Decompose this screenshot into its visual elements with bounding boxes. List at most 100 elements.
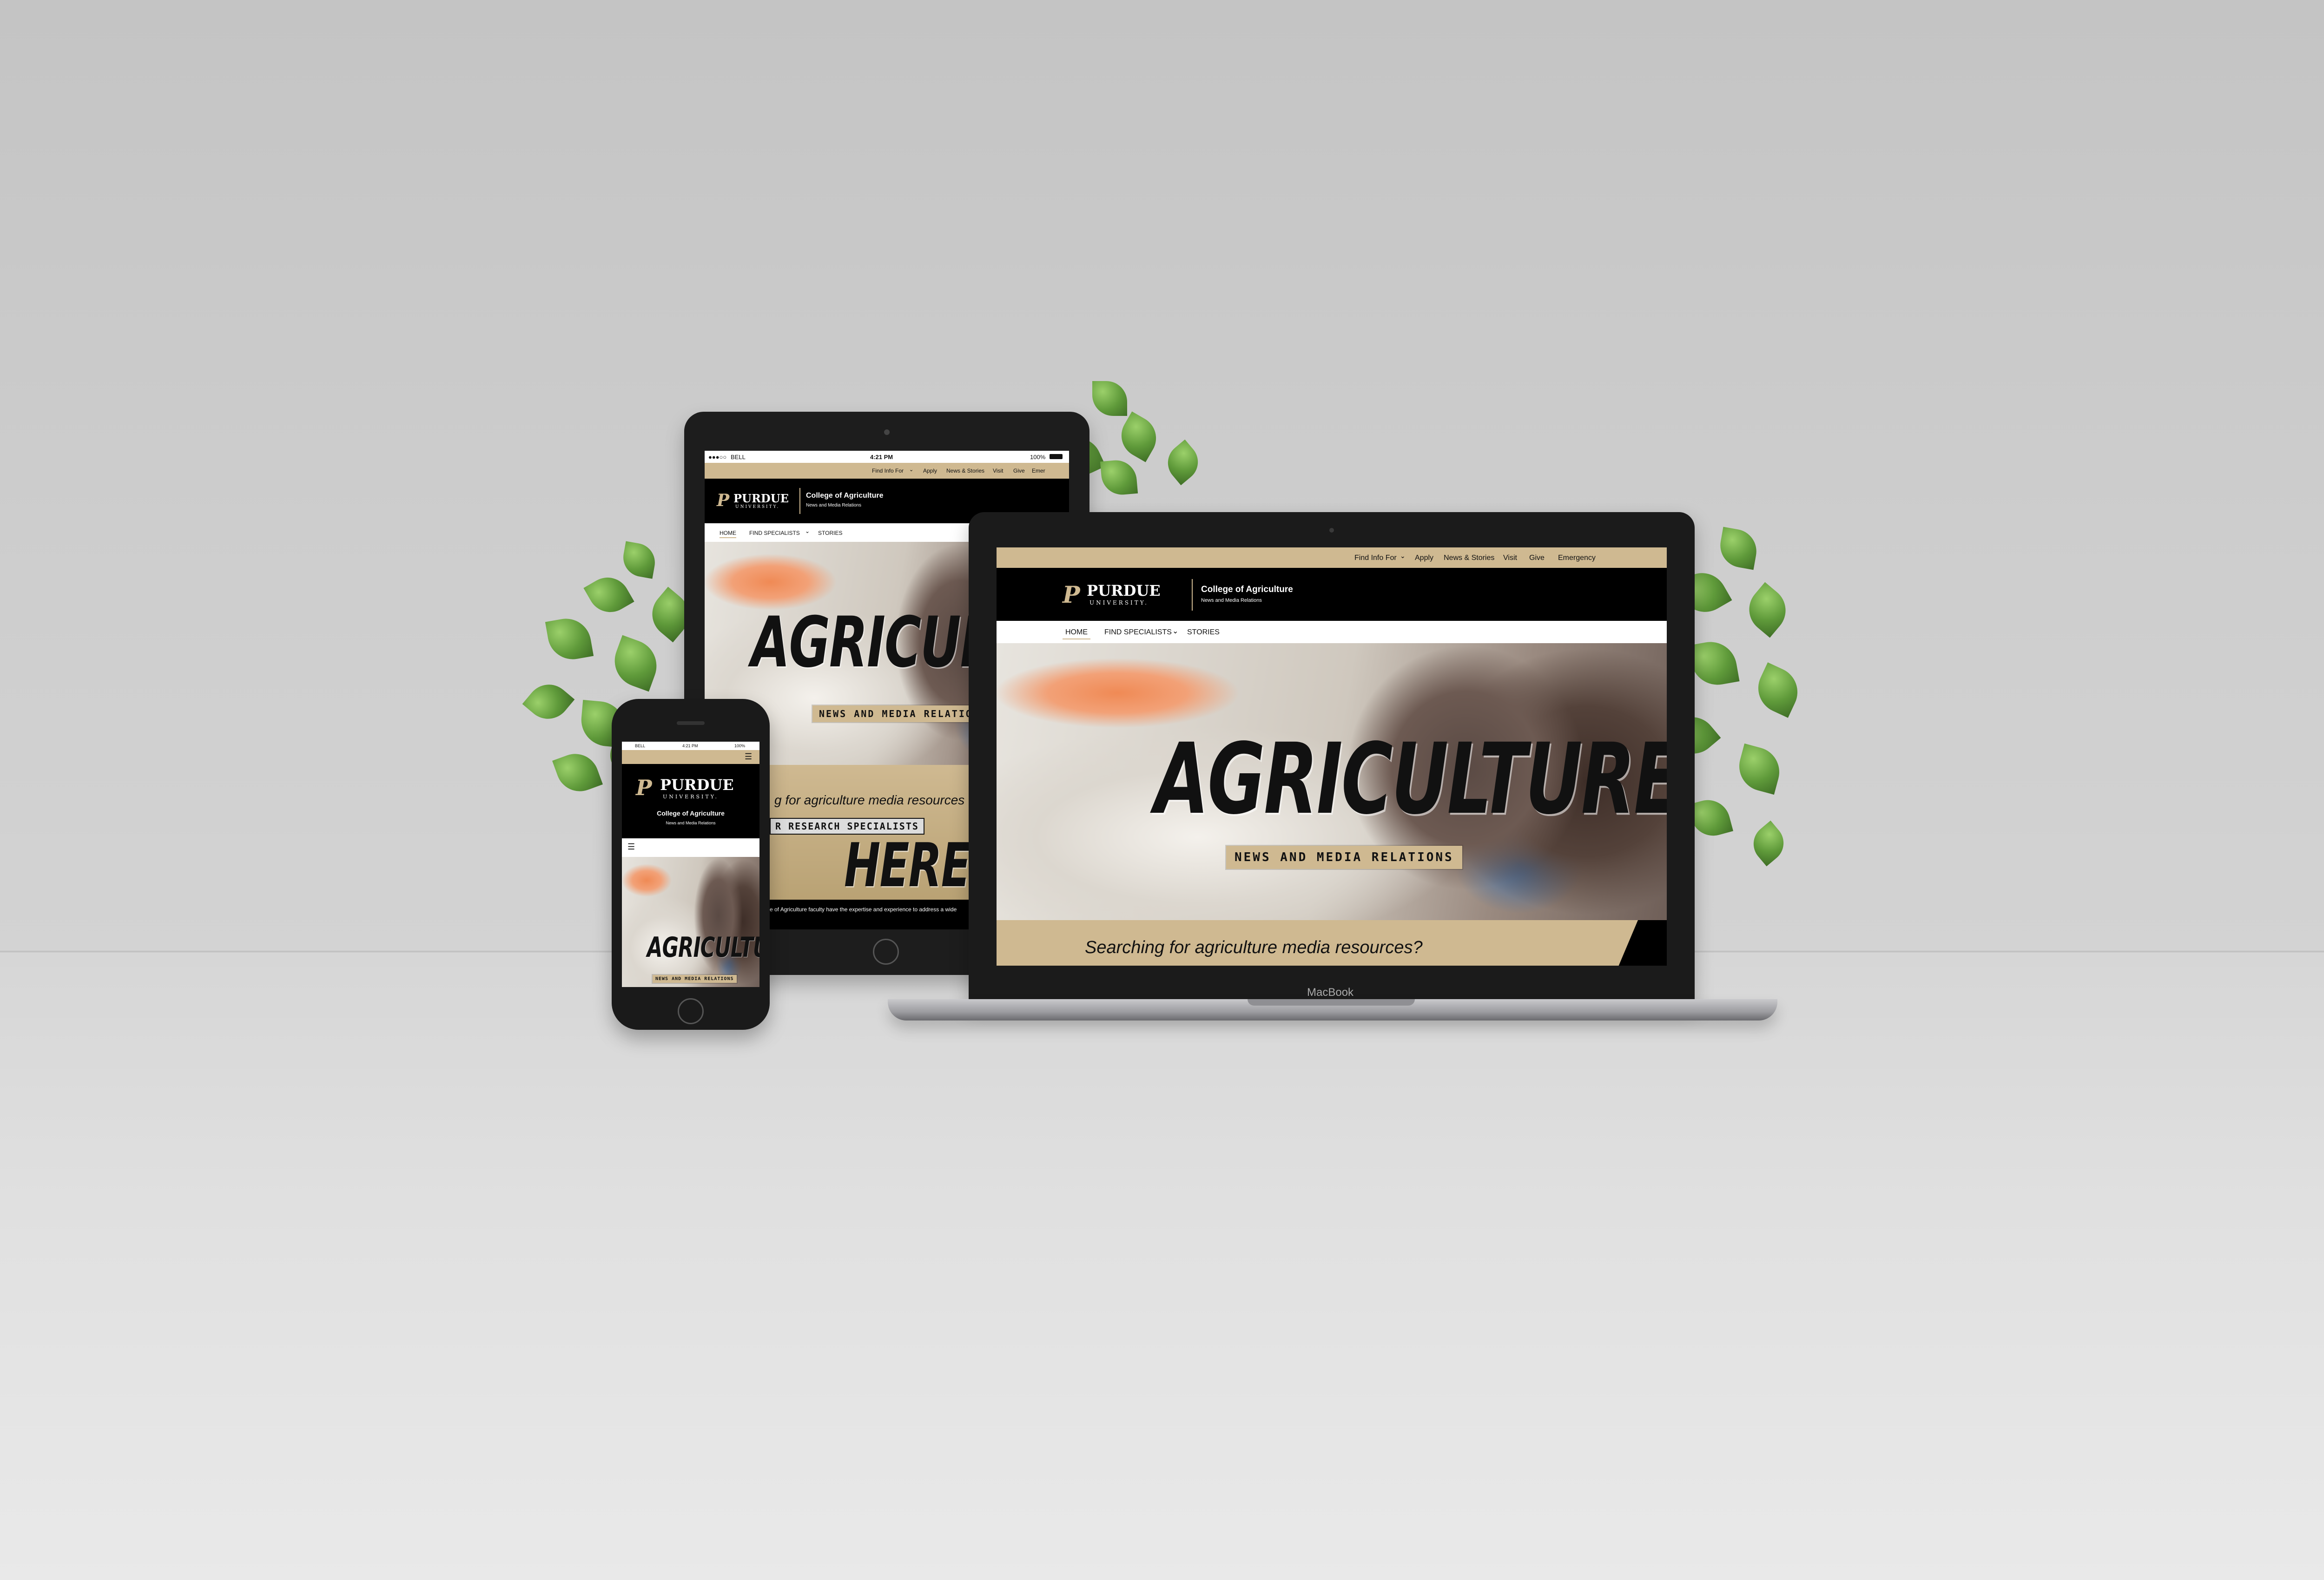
cta-body: e of Agriculture faculty have the expert… bbox=[770, 906, 957, 913]
signal-icon: ●●●○○ bbox=[708, 454, 727, 461]
main-nav: HOME FIND SPECIALISTS ⌄ STORIES bbox=[997, 621, 1667, 643]
top-link-visit[interactable]: Visit bbox=[993, 467, 1003, 474]
leaf bbox=[552, 747, 603, 798]
top-link-give[interactable]: Give bbox=[1013, 467, 1025, 474]
laptop-device: Find Info For ⌄ Apply News & Stories Vis… bbox=[969, 512, 1695, 1005]
leaf bbox=[583, 569, 634, 620]
clock: 4:21 PM bbox=[870, 454, 893, 461]
nav-home[interactable]: HOME bbox=[1063, 628, 1090, 639]
battery-label: 100% bbox=[734, 744, 746, 748]
top-link-apply[interactable]: Apply bbox=[923, 467, 937, 474]
subunit-name: News and Media Relations bbox=[1201, 598, 1262, 603]
top-link-give[interactable]: Give bbox=[1529, 554, 1545, 562]
leaf bbox=[620, 541, 658, 579]
site-header: P PURDUE UNIVERSITY. College of Agricult… bbox=[997, 568, 1667, 621]
p-mark-icon: P bbox=[1063, 581, 1080, 608]
battery-icon bbox=[1050, 454, 1063, 459]
logo-sub: UNIVERSITY. bbox=[1089, 599, 1149, 606]
nav-stories[interactable]: STORIES bbox=[1187, 628, 1220, 637]
top-link-apply[interactable]: Apply bbox=[1415, 554, 1433, 562]
leaf bbox=[1745, 820, 1792, 867]
header-divider bbox=[1192, 579, 1193, 611]
phone-screen: BELL 4:21 PM 100% ☰ P PURDUE UNIVERSITY.… bbox=[622, 742, 759, 987]
main-nav: ☰ bbox=[622, 838, 759, 857]
laptop-camera bbox=[1329, 528, 1334, 533]
mockup-scene: ●●●○○ BELL 4:21 PM 100% Find Info For ⌄ … bbox=[0, 0, 2324, 1580]
clock: 4:21 PM bbox=[682, 744, 698, 748]
subunit-name: News and Media Relations bbox=[806, 503, 861, 508]
leaf bbox=[1688, 638, 1740, 689]
status-bar: ●●●○○ BELL 4:21 PM 100% bbox=[705, 451, 1069, 463]
logo-sub: UNIVERSITY. bbox=[663, 794, 719, 800]
nav-find-specialists[interactable]: FIND SPECIALISTS bbox=[1104, 628, 1172, 637]
top-links-bar: Find Info For ⌄ Apply News & Stories Vis… bbox=[705, 463, 1069, 479]
logo-word: PURDUE bbox=[733, 492, 789, 505]
carrier-label: BELL bbox=[635, 744, 646, 748]
top-link-news[interactable]: News & Stories bbox=[946, 467, 984, 474]
leaf bbox=[1100, 458, 1138, 497]
laptop-trackpad-notch bbox=[1248, 999, 1415, 1006]
status-bar: BELL 4:21 PM 100% bbox=[622, 742, 759, 750]
top-links-bar: Find Info For ⌄ Apply News & Stories Vis… bbox=[997, 547, 1667, 568]
hero-headline: AGRICULTURE bbox=[1155, 722, 1667, 836]
chevron-down-icon: ⌄ bbox=[909, 467, 914, 473]
p-mark-icon: P bbox=[636, 775, 652, 800]
battery-label: 100% bbox=[1030, 454, 1046, 461]
college-name: College of Agriculture bbox=[806, 492, 884, 500]
laptop-screen: Find Info For ⌄ Apply News & Stories Vis… bbox=[997, 547, 1667, 966]
hero-image: AGRICULTURE NEWS AND MEDIA RELATIONS bbox=[997, 643, 1667, 920]
hamburger-icon[interactable]: ☰ bbox=[627, 842, 635, 852]
top-link-find-info[interactable]: Find Info For bbox=[1354, 554, 1397, 562]
leaf bbox=[1750, 662, 1806, 718]
logo-sub: UNIVERSITY. bbox=[735, 505, 780, 509]
subunit-name: News and Media Relations bbox=[666, 821, 716, 825]
top-link-news[interactable]: News & Stories bbox=[1444, 554, 1494, 562]
leaf bbox=[607, 635, 664, 692]
cta-searching: g for agriculture media resources bbox=[774, 793, 965, 807]
leaf bbox=[1717, 527, 1760, 570]
top-link-find-info[interactable]: Find Info For bbox=[872, 467, 904, 474]
cta-searching: Searching for agriculture media resource… bbox=[1085, 938, 1423, 957]
nav-home[interactable]: HOME bbox=[720, 530, 736, 538]
chevron-down-icon: ⌄ bbox=[1172, 627, 1179, 635]
carrier-label: BELL bbox=[731, 454, 746, 461]
leaf bbox=[1160, 439, 1206, 486]
college-name: College of Agriculture bbox=[657, 810, 725, 817]
header-divider bbox=[799, 488, 800, 514]
hero-image: AGRICULTURE NEWS AND MEDIA RELATIONS bbox=[622, 857, 759, 987]
phone-speaker bbox=[677, 721, 705, 725]
top-links-bar: ☰ bbox=[622, 750, 759, 764]
chevron-down-icon: ⌄ bbox=[805, 528, 810, 534]
purdue-logo[interactable]: P PURDUE UNIVERSITY. bbox=[636, 775, 747, 803]
p-mark-icon: P bbox=[717, 491, 730, 510]
site-header: P PURDUE UNIVERSITY. College of Agricult… bbox=[622, 764, 759, 838]
top-link-visit[interactable]: Visit bbox=[1503, 554, 1517, 562]
nav-stories[interactable]: STORIES bbox=[818, 530, 842, 536]
logo-word: PURDUE bbox=[1087, 582, 1161, 599]
tablet-camera bbox=[884, 429, 890, 435]
cta-here: HERE. bbox=[844, 830, 986, 901]
top-link-emergency[interactable]: Emergency bbox=[1558, 554, 1596, 562]
laptop-label: MacBook bbox=[1307, 986, 1354, 999]
background-floor bbox=[0, 953, 2324, 1580]
top-link-emergency[interactable]: Emer bbox=[1032, 467, 1045, 474]
hamburger-icon[interactable]: ☰ bbox=[745, 752, 752, 762]
hero-tag: NEWS AND MEDIA RELATION bbox=[812, 705, 986, 722]
purdue-logo[interactable]: P PURDUE UNIVERSITY. bbox=[717, 491, 796, 511]
home-button-icon[interactable] bbox=[873, 939, 899, 965]
hero-tag: NEWS AND MEDIA RELATIONS bbox=[653, 975, 737, 983]
leaf bbox=[545, 614, 594, 664]
hero-tag: NEWS AND MEDIA RELATIONS bbox=[1226, 846, 1462, 869]
purdue-logo[interactable]: P PURDUE UNIVERSITY. bbox=[1063, 581, 1188, 609]
college-name: College of Agriculture bbox=[1201, 585, 1293, 594]
phone-device: BELL 4:21 PM 100% ☰ P PURDUE UNIVERSITY.… bbox=[612, 699, 770, 1030]
nav-find-specialists[interactable]: FIND SPECIALISTS bbox=[749, 530, 800, 536]
leaf bbox=[1092, 381, 1127, 416]
hero-headline: AGRICULTURE bbox=[647, 931, 759, 964]
leaf bbox=[522, 675, 575, 728]
home-button-icon[interactable] bbox=[678, 998, 704, 1024]
chevron-down-icon: ⌄ bbox=[1400, 552, 1406, 560]
logo-word: PURDUE bbox=[660, 776, 734, 794]
leaf bbox=[1113, 411, 1164, 462]
leaf bbox=[1739, 582, 1796, 638]
